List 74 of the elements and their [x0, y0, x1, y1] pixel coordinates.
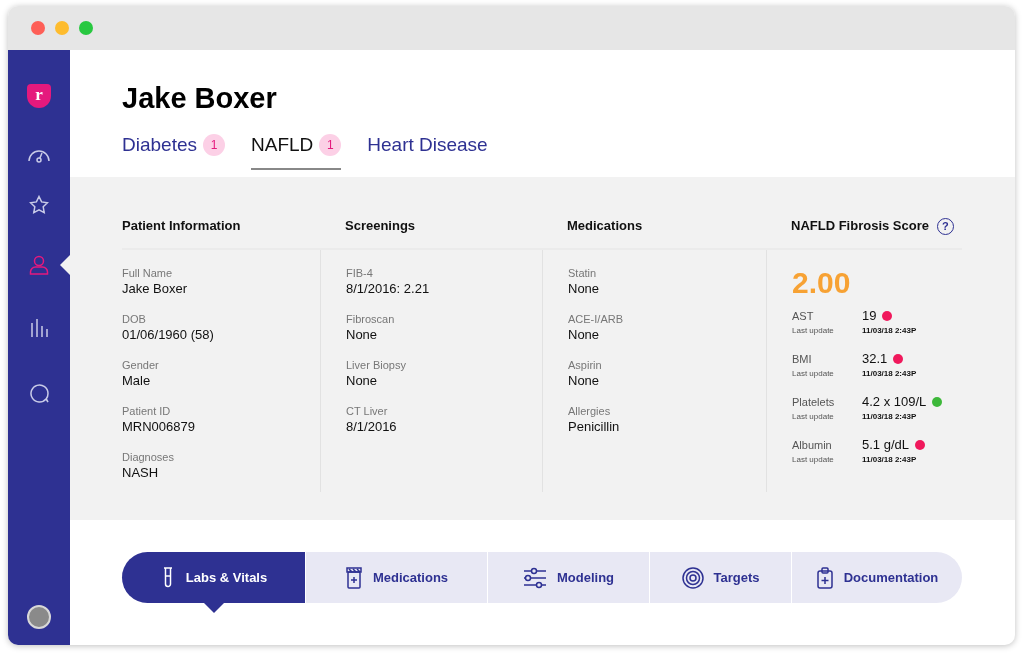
- selection-pointer: [203, 603, 224, 613]
- lab-name: AST: [792, 309, 815, 324]
- chat-nav-item[interactable]: [29, 383, 49, 403]
- field-value: Male: [122, 372, 152, 390]
- field-label: Fibroscan: [346, 312, 396, 326]
- field-label: CT Liver: [346, 404, 389, 418]
- lab-value: 19: [862, 308, 877, 324]
- close-button[interactable]: [31, 21, 45, 35]
- update-time: 11/03/18 2:43P: [862, 368, 918, 380]
- count-badge: 1: [203, 134, 225, 156]
- lab-name: Platelets: [792, 395, 836, 410]
- field-value: None: [568, 372, 601, 390]
- field-value: NASH: [122, 464, 160, 482]
- update-label: Last update: [792, 411, 835, 423]
- field-value: Penicillin: [568, 418, 621, 436]
- count-badge: 1: [319, 134, 342, 156]
- tab[interactable]: Heart Disease: [367, 132, 488, 170]
- field-value: MRN006879: [122, 418, 196, 436]
- update-time: 11/03/18 2:43P: [862, 454, 918, 466]
- section-title: Screenings: [345, 216, 416, 235]
- tab[interactable]: Diabetes 1: [122, 132, 225, 170]
- bar-chart-nav-item[interactable]: [29, 317, 49, 338]
- logo-icon: r: [27, 84, 51, 108]
- field-value: None: [346, 326, 379, 344]
- field-value: None: [568, 326, 601, 344]
- lab-value: 5.1 g/dL: [862, 437, 909, 453]
- update-time: 11/03/18 2:43P: [862, 325, 918, 337]
- person-icon: [29, 255, 49, 275]
- update-label: Last update: [792, 454, 835, 466]
- sliders-icon: [522, 566, 547, 589]
- patient-name: Jake Boxer: [122, 81, 278, 116]
- field-label: Aspirin: [568, 358, 603, 372]
- lab-value: 4.2 x 109/L: [862, 394, 927, 410]
- field-label: FIB-4: [346, 266, 374, 280]
- field-value: None: [568, 280, 601, 298]
- person-nav-item[interactable]: [29, 255, 49, 275]
- section-title: NAFLD Fibrosis Score: [791, 216, 929, 235]
- update-label: Last update: [792, 325, 835, 337]
- tab[interactable]: NAFLD 1: [251, 132, 342, 170]
- section-title: Medications: [567, 216, 643, 235]
- field-label: Gender: [122, 358, 160, 372]
- bar-chart-icon: [29, 317, 49, 338]
- update-label: Last update: [792, 368, 835, 380]
- score-value: 2.00: [792, 266, 852, 300]
- field-label: Allergies: [568, 404, 612, 418]
- field-value: 8/1/2016: [346, 418, 398, 436]
- lab-name: BMI: [792, 352, 813, 367]
- field-label: Statin: [568, 266, 598, 280]
- update-time: 11/03/18 2:43P: [862, 411, 918, 423]
- star-nav-item[interactable]: [29, 195, 49, 215]
- lab-value: 32.1: [862, 351, 888, 367]
- star-icon: [29, 195, 49, 215]
- section-tab[interactable]: Modeling: [487, 552, 649, 603]
- clipboard-icon: [815, 566, 834, 589]
- pill-bottle-icon: [344, 566, 363, 589]
- field-value: Jake Boxer: [122, 280, 189, 298]
- field-label: Patient ID: [122, 404, 172, 418]
- field-value: None: [346, 372, 379, 390]
- avatar[interactable]: [27, 605, 51, 629]
- section-title: Patient Information: [122, 216, 241, 235]
- section-tab[interactable]: Labs & Vitals: [122, 552, 305, 603]
- section-tab[interactable]: Documentation: [791, 552, 962, 603]
- field-value: 01/06/1960 (58): [122, 326, 215, 344]
- field-label: Full Name: [122, 266, 174, 280]
- target-icon: [681, 566, 704, 589]
- chat-icon: [29, 383, 49, 403]
- field-label: DOB: [122, 312, 147, 326]
- field-label: Liver Biopsy: [346, 358, 407, 372]
- field-label: Diagnoses: [122, 450, 175, 464]
- field-label: ACE-I/ARB: [568, 312, 624, 326]
- field-value: 8/1/2016: 2.21: [346, 280, 431, 298]
- section-tab[interactable]: Medications: [305, 552, 487, 603]
- section-tab[interactable]: Targets: [649, 552, 791, 603]
- lab-name: Albumin: [792, 438, 833, 453]
